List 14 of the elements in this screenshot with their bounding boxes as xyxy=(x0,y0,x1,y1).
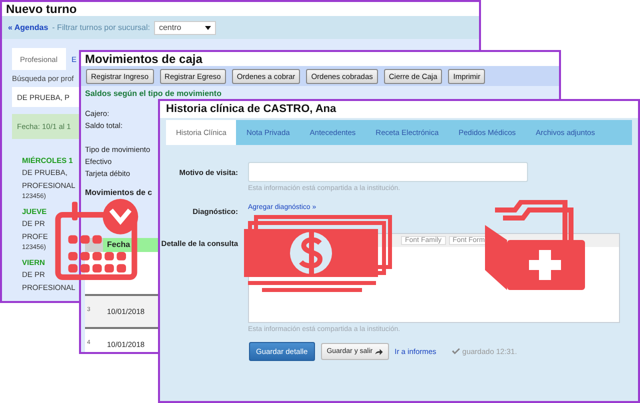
movements-heading: Movimientos de c xyxy=(85,188,152,197)
filter-label: - Filtrar turnos por sucursal: xyxy=(52,23,150,32)
arrow-icon xyxy=(374,348,383,354)
balances-heading: Saldos según el tipo de movimiento xyxy=(85,89,222,98)
window-title: Nuevo turno xyxy=(2,2,479,16)
window-title: Movimientos de caja xyxy=(81,52,559,66)
branch-select[interactable]: centro xyxy=(154,20,216,34)
window-title: Historia clínica de CASTRO, Ana xyxy=(160,101,638,118)
banknotes-icon xyxy=(242,214,392,292)
agendas-link[interactable]: « Agendas xyxy=(8,23,48,32)
checkmark-icon xyxy=(452,348,460,355)
caret-icon xyxy=(204,26,211,30)
visit-reason-field[interactable] xyxy=(248,162,528,182)
medical-folder-icon xyxy=(485,200,585,292)
